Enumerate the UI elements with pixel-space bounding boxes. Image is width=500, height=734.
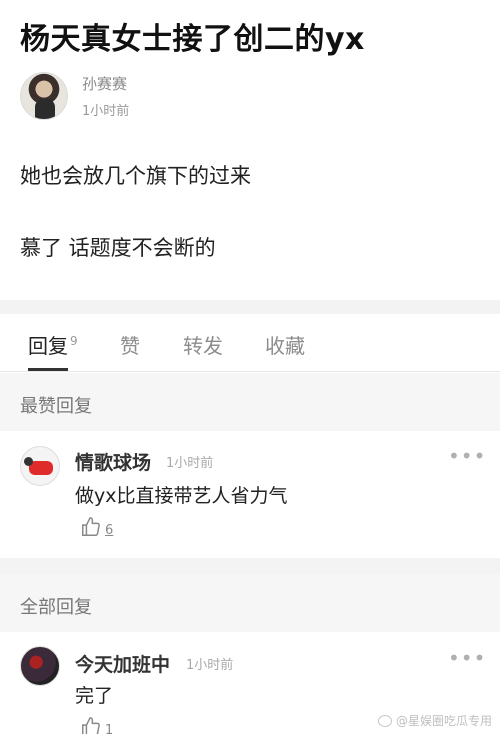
dog-avatar-image	[24, 457, 53, 475]
author-avatar[interactable]	[20, 72, 68, 120]
comment-time: 1小时前	[186, 658, 234, 673]
like-count: 6	[105, 523, 114, 538]
post-time: 1小时前	[82, 104, 130, 119]
section-title-all: 全部回复	[20, 597, 92, 618]
post-title: 杨天真女士接了创二的yx	[20, 22, 365, 57]
author-name[interactable]: 孙赛赛	[82, 73, 129, 94]
commenter-name[interactable]: 今天加班中	[75, 650, 170, 677]
tab-replies[interactable]: 回复 9	[28, 330, 78, 359]
thumbs-up-icon	[82, 717, 100, 734]
divider	[0, 300, 500, 314]
tab-likes[interactable]: 赞	[120, 330, 140, 359]
author-meta: 孙赛赛 1小时前	[82, 73, 129, 119]
tab-bar: 回复 9 赞 转发 收藏	[0, 314, 500, 372]
post-body-line: 她也会放几个旗下的过来	[20, 164, 251, 188]
divider	[0, 558, 500, 574]
tab-favorites[interactable]: 收藏	[265, 330, 305, 359]
active-tab-indicator	[28, 368, 68, 371]
like-count: 1	[105, 723, 114, 734]
watermark: @星娱圈吃瓜专用	[377, 712, 492, 729]
commenter-avatar[interactable]	[20, 446, 60, 486]
comment-text: 完了	[75, 685, 114, 707]
comment-time: 1小时前	[166, 456, 214, 471]
post-body-line: 慕了 话题度不会断的	[20, 236, 216, 260]
commenter-avatar[interactable]	[20, 646, 60, 686]
tab-reposts[interactable]: 转发	[183, 330, 223, 359]
more-dots-icon[interactable]: •••	[448, 646, 486, 670]
like-button[interactable]: 1	[80, 716, 113, 734]
thumbs-up-icon	[82, 517, 100, 536]
like-button[interactable]: 6	[80, 516, 113, 538]
weibo-logo-icon	[377, 714, 392, 727]
tab-replies-count: 9	[70, 334, 78, 349]
post-author: 孙赛赛 1小时前	[20, 70, 129, 122]
commenter-name[interactable]: 情歌球场	[75, 448, 151, 475]
more-dots-icon[interactable]: •••	[448, 444, 486, 468]
tab-replies-label: 回复	[28, 334, 68, 358]
section-title-top: 最赞回复	[20, 396, 92, 417]
comment-text: 做yx比直接带艺人省力气	[75, 485, 288, 507]
watermark-text: @星娱圈吃瓜专用	[395, 714, 492, 728]
